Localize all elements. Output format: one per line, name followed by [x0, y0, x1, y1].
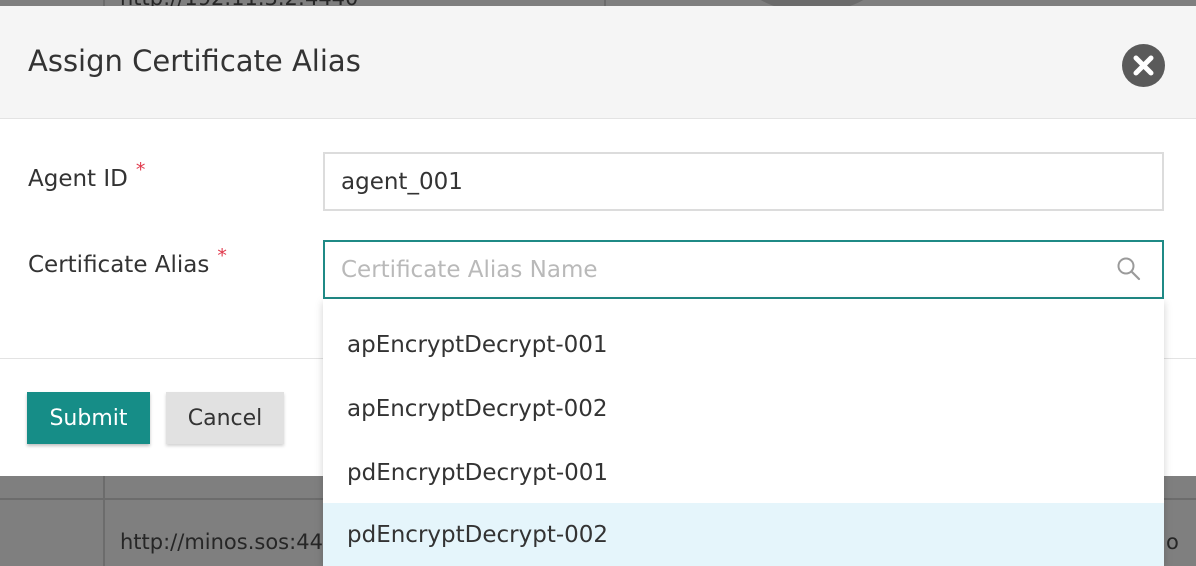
- agent-id-label-text: Agent ID: [28, 166, 128, 192]
- agent-id-field[interactable]: [323, 152, 1164, 211]
- background-text-fragment: o: [1166, 530, 1179, 554]
- background-divider: [103, 476, 105, 566]
- dialog-title: Assign Certificate Alias: [28, 44, 361, 78]
- submit-button[interactable]: Submit: [27, 392, 150, 444]
- dropdown-option-highlighted[interactable]: pdEncryptDecrypt-002: [323, 503, 1164, 566]
- cancel-button[interactable]: Cancel: [166, 392, 284, 444]
- dropdown-option[interactable]: apEncryptDecrypt-001: [323, 313, 1164, 377]
- certificate-alias-search-input[interactable]: [323, 240, 1164, 299]
- dropdown-option[interactable]: apEncryptDecrypt-002: [323, 377, 1164, 441]
- certificate-alias-label-text: Certificate Alias: [28, 252, 210, 278]
- certificate-alias-label: Certificate Alias *: [28, 245, 227, 278]
- certificate-alias-dropdown: apEncryptDecrypt-001 apEncryptDecrypt-00…: [323, 299, 1164, 566]
- close-icon[interactable]: [1122, 44, 1165, 87]
- search-icon: [1117, 257, 1141, 281]
- required-marker: *: [135, 159, 146, 181]
- dialog-header: Assign Certificate Alias: [0, 6, 1196, 119]
- background-url-text: http://minos.sos:44: [120, 530, 323, 554]
- agent-id-label: Agent ID *: [28, 159, 145, 192]
- required-marker: *: [217, 245, 227, 267]
- dropdown-option[interactable]: pdEncryptDecrypt-001: [323, 441, 1164, 505]
